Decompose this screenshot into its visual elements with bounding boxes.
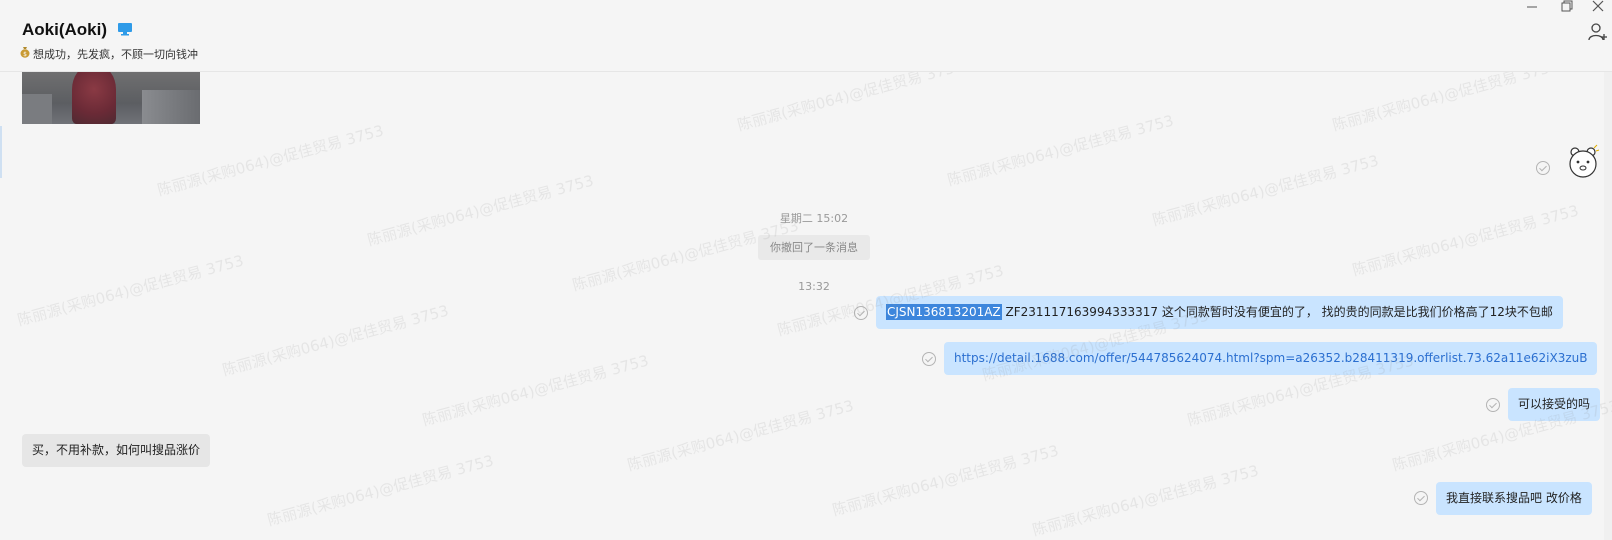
read-receipt-icon	[854, 306, 868, 320]
chat-scrollbar[interactable]	[1604, 72, 1612, 540]
outgoing-message[interactable]: https://detail.1688.com/offer/5447856240…	[944, 342, 1598, 375]
outgoing-message[interactable]: CJSN136813201AZ ZF231117163994333317 这个同…	[876, 296, 1563, 329]
bear-sticker[interactable]	[1566, 144, 1600, 180]
recall-notice: 你撤回了一条消息	[758, 235, 870, 260]
chat-message-area[interactable]: 星期二 15:02 你撤回了一条消息 13:32 CJSN136813201AZ…	[0, 72, 1604, 540]
outgoing-message[interactable]: 我直接联系搜品吧 改价格	[1436, 482, 1592, 515]
message-link[interactable]: https://detail.1688.com/offer/5447856240…	[954, 351, 1587, 365]
outgoing-message[interactable]: 可以接受的吗	[1508, 388, 1601, 421]
message-text: ZF231117163994333317 这个同款暂时没有便宜的了， 找的贵的同…	[1001, 305, 1553, 319]
read-receipt-icon	[1486, 398, 1500, 412]
read-receipt-icon	[1414, 491, 1428, 505]
add-user-icon[interactable]	[1588, 22, 1608, 42]
timestamp: 星期二 15:02	[779, 212, 849, 225]
read-receipt-icon	[922, 352, 936, 366]
chat-image[interactable]	[22, 72, 200, 124]
restore-icon[interactable]	[1556, 0, 1576, 14]
timestamp: 13:32	[798, 280, 830, 293]
incoming-message[interactable]: 买，不用补款，如何叫搜品涨价	[22, 434, 211, 467]
minimize-icon[interactable]	[1522, 0, 1542, 14]
contact-name[interactable]: Aoki(Aoki)	[22, 20, 107, 40]
close-icon[interactable]	[1588, 0, 1608, 14]
read-receipt-icon	[1536, 161, 1550, 175]
svg-text:$: $	[23, 51, 27, 58]
contact-signature: 想成功，先发疯，不顾一切向钱冲	[33, 48, 198, 61]
chat-header: Aoki(Aoki) $ 想成功，先发疯，不顾一切向钱冲	[0, 0, 1612, 72]
selected-text[interactable]: CJSN136813201AZ	[886, 304, 1002, 320]
money-bag-icon: $	[20, 47, 30, 58]
monitor-icon	[118, 23, 132, 36]
